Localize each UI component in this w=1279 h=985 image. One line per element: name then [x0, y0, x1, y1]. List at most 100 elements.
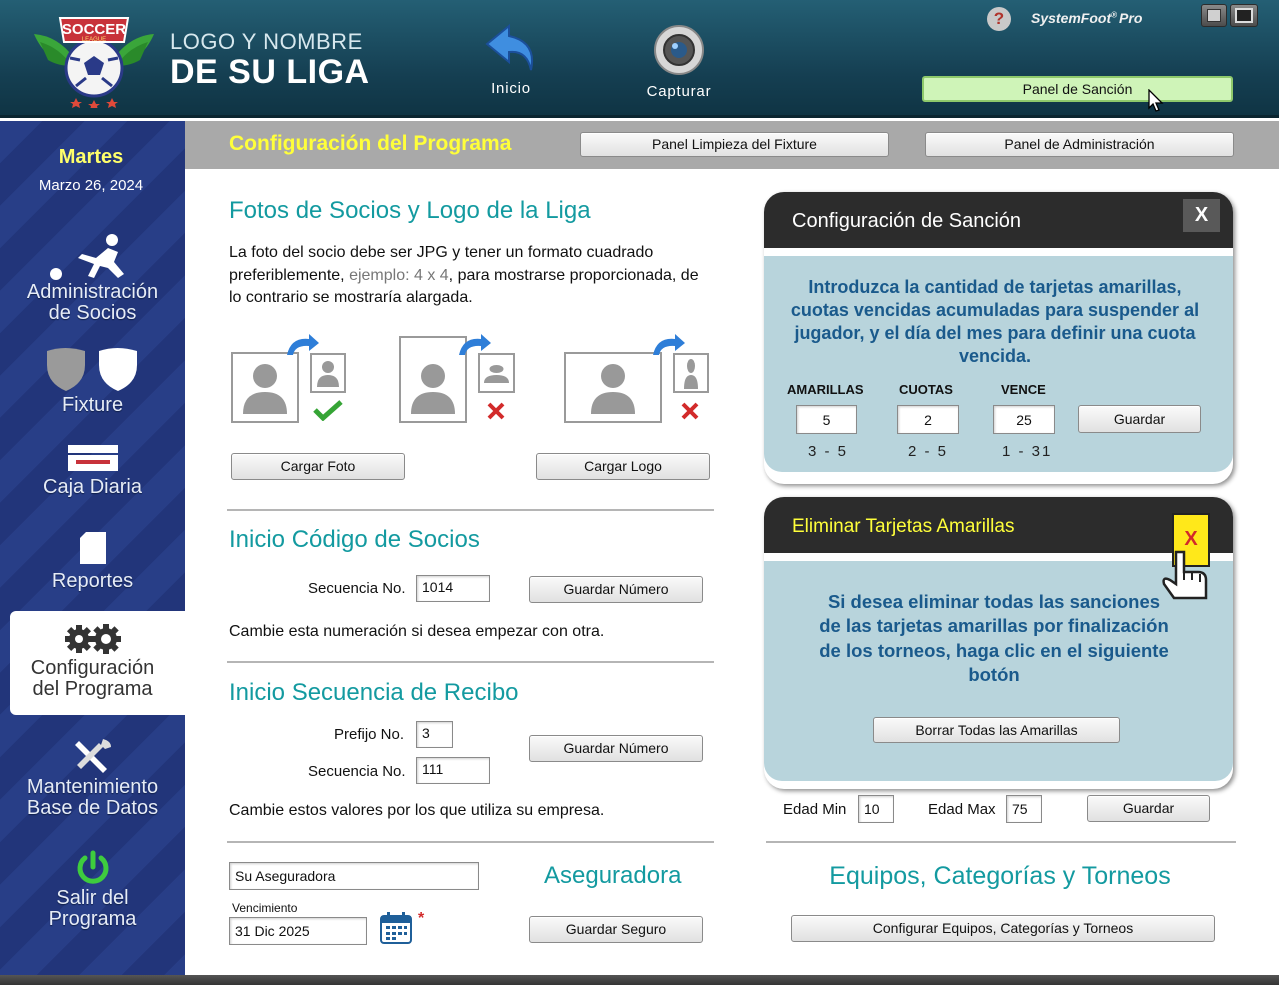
photo-example-square	[231, 352, 299, 423]
sidebar-label-mantenimiento-1: Mantenimiento	[26, 776, 159, 798]
person-silhouette-small-icon	[317, 361, 339, 387]
capture-nav-label: Capturar	[646, 83, 712, 100]
save-sanction-button[interactable]: Guardar	[1078, 405, 1201, 433]
yellow-cards-input[interactable]: 5	[796, 405, 857, 434]
load-logo-button[interactable]: Cargar Logo	[536, 453, 710, 480]
insurer-title: Aseguradora	[544, 862, 682, 889]
member-code-note: Cambie esta numeración si desea empezar …	[229, 623, 605, 640]
brand-name: SystemFoot® Pro	[1031, 10, 1142, 26]
sidebar-date: Marzo 26, 2024	[38, 177, 144, 194]
divider	[227, 509, 714, 511]
save-receipt-number-button[interactable]: Guardar Número	[529, 735, 703, 762]
league-name-line2: DE SU LIGA	[170, 53, 370, 91]
receipt-seq-input[interactable]: 111	[416, 757, 490, 784]
sidebar-item-mantenimiento[interactable]: Mantenimiento Base de Datos	[0, 737, 185, 819]
teams-title: Equipos, Categorías y Torneos	[829, 862, 1171, 890]
sidebar-item-admin-socios[interactable]: Administración de Socios	[0, 232, 185, 327]
tools-icon	[74, 739, 111, 773]
app-window: SOCCER LEAGUE LOGO Y NOMBRE DE SU LIGA I…	[0, 0, 1279, 985]
brand-registered: ®	[1111, 10, 1118, 20]
home-nav-label: Inicio	[491, 80, 531, 97]
brand-suffix: Pro	[1119, 10, 1143, 26]
sanction-close-button[interactable]: X	[1183, 199, 1220, 232]
admin-panel-button[interactable]: Panel de Administración	[925, 132, 1234, 157]
fixture-clean-panel-button[interactable]: Panel Limpieza del Fixture	[580, 132, 889, 157]
photos-desc-example: ejemplo: 4 x 4	[349, 266, 449, 284]
yellow-card-mark: X	[1184, 528, 1198, 550]
due-day-range: 1 - 31	[1002, 443, 1053, 460]
person-silhouette-small-icon	[684, 359, 698, 389]
person-silhouette-small-icon	[484, 365, 509, 383]
sidebar-label-configuracion-2: del Programa	[32, 678, 153, 700]
sidebar-item-reportes[interactable]: Reportes	[0, 530, 185, 592]
receipt-seq-label: Secuencia No.	[308, 763, 406, 780]
sidebar-label-mantenimiento-2: Base de Datos	[26, 797, 159, 819]
league-logo: SOCCER LEAGUE	[30, 12, 158, 110]
fees-input[interactable]: 2	[897, 405, 959, 434]
svg-text:SOCCER: SOCCER	[62, 21, 126, 38]
curved-arrow-icon	[287, 334, 319, 355]
receipt-note: Cambie estos valores por los que utiliza…	[229, 802, 605, 819]
photo-thumb-stretched	[673, 353, 709, 393]
sidebar-label-salir-2: Programa	[48, 908, 137, 930]
fees-range: 2 - 5	[908, 443, 949, 460]
yellow-cards-label: AMARILLAS	[787, 382, 864, 397]
league-name-line1: LOGO Y NOMBRE	[170, 29, 363, 54]
sidebar-item-configuracion[interactable]: Configuración del Programa	[0, 622, 185, 702]
power-icon	[77, 850, 108, 884]
capture-nav-button[interactable]: Capturar	[640, 24, 718, 104]
check-icon	[313, 400, 343, 421]
calendar-icon[interactable]	[380, 911, 412, 944]
member-seq-label: Secuencia No.	[308, 580, 406, 597]
sidebar-label-reportes: Reportes	[51, 570, 134, 592]
maximize-button[interactable]	[1230, 4, 1258, 27]
gears-icon	[64, 624, 121, 654]
sidebar-item-caja-diaria[interactable]: Caja Diaria	[0, 443, 185, 501]
photos-section-title: Fotos de Socios y Logo de la Liga	[229, 197, 591, 224]
insurer-expiry-label: Vencimiento	[232, 901, 298, 915]
shields-icon	[46, 348, 137, 391]
age-max-input[interactable]: 75	[1006, 795, 1042, 823]
sanction-panel-button[interactable]: Panel de Sanción	[922, 76, 1233, 102]
home-nav-button[interactable]: Inicio	[478, 22, 544, 104]
help-icon[interactable]: ?	[987, 7, 1011, 31]
age-min-input[interactable]: 10	[858, 795, 894, 823]
save-age-button[interactable]: Guardar	[1087, 795, 1210, 822]
error-x-icon	[487, 402, 505, 420]
bottom-edge	[0, 975, 1279, 985]
divider	[766, 841, 1236, 843]
photos-description: La foto del socio debe ser JPG y tener u…	[229, 242, 709, 310]
fees-label: CUOTAS	[899, 382, 953, 397]
page-title: Configuración del Programa	[229, 132, 512, 155]
photo-thumb-square	[310, 353, 346, 393]
config-teams-button[interactable]: Configurar Equipos, Categorías y Torneos	[791, 915, 1215, 942]
back-arrow-icon	[485, 23, 533, 71]
insurer-name-input[interactable]: Su Aseguradora	[229, 862, 479, 890]
receipt-title: Inicio Secuencia de Recibo	[229, 679, 519, 706]
insurer-expiry-input[interactable]: 31 Dic 2025	[229, 917, 367, 945]
sidebar-label-configuracion-1: Configuración	[30, 657, 155, 679]
receipt-prefix-input[interactable]: 3	[416, 721, 453, 748]
divider	[227, 661, 714, 663]
sidebar-label-salir-1: Salir del	[56, 887, 129, 909]
photo-example-wide	[564, 352, 662, 423]
sanction-message: Introduzca la cantidad de tarjetas amari…	[790, 277, 1200, 366]
mouse-cursor-icon	[1148, 89, 1164, 112]
due-day-input[interactable]: 25	[993, 405, 1055, 434]
delete-all-yellow-button[interactable]: Borrar Todas las Amarillas	[873, 717, 1120, 743]
member-seq-input[interactable]: 1014	[416, 575, 490, 602]
due-day-label: VENCE	[1001, 382, 1046, 397]
person-silhouette-icon	[591, 364, 635, 414]
load-photo-button[interactable]: Cargar Foto	[231, 453, 405, 480]
photo-thumb-squashed	[478, 353, 515, 393]
sidebar-label-fixture: Fixture	[61, 394, 124, 416]
save-insurance-button[interactable]: Guardar Seguro	[529, 916, 703, 943]
age-max-label: Edad Max	[928, 801, 996, 818]
minimize-button[interactable]	[1201, 4, 1227, 27]
yellow-panel-title: Eliminar Tarjetas Amarillas	[792, 516, 1015, 537]
save-member-number-button[interactable]: Guardar Número	[529, 576, 703, 603]
sidebar-day: Martes	[58, 146, 124, 168]
sidebar-item-salir[interactable]: Salir del Programa	[0, 850, 185, 934]
sidebar-item-fixture[interactable]: Fixture	[0, 347, 185, 419]
minimize-icon	[1207, 9, 1221, 22]
